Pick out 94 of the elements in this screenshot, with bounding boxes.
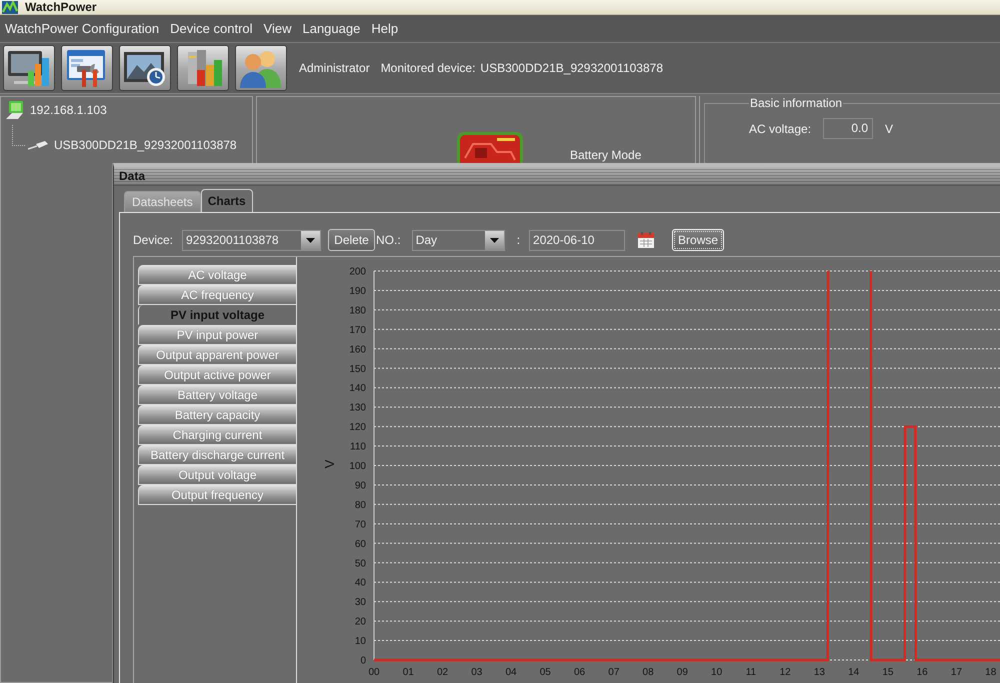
axis-tick-label: 00 <box>368 667 380 678</box>
period-dropdown[interactable]: Day <box>412 230 505 250</box>
usb-plug-icon <box>28 140 48 150</box>
axis-tick-label: 08 <box>642 667 654 678</box>
axis-tick-label: 01 <box>402 667 414 678</box>
monitored-device-label: Monitored device: <box>380 61 476 75</box>
axis-tick-label: 17 <box>950 667 962 678</box>
axis-tick-label: 50 <box>354 558 366 570</box>
computer-icon <box>6 101 24 119</box>
field-label: AC voltage: <box>749 122 812 136</box>
unit-label: V <box>885 122 894 136</box>
calendar-icon[interactable] <box>638 232 654 248</box>
series-tab[interactable]: Battery voltage <box>138 385 296 405</box>
series-tab[interactable]: PV input power <box>138 325 296 345</box>
axis-tick-label: 170 <box>349 324 366 336</box>
axis-tick-label: 40 <box>354 578 366 589</box>
axis-tick-label: 16 <box>916 667 928 678</box>
toolbar-button[interactable] <box>177 45 229 91</box>
axis-tick-label: 04 <box>505 667 517 678</box>
axis-tick-label: 15 <box>882 667 894 678</box>
axis-tick-label: 12 <box>780 667 791 678</box>
axis-tick-label: 190 <box>349 286 366 297</box>
date-field[interactable]: 2020-06-10 <box>529 230 626 250</box>
axis-tick-label: 07 <box>608 667 620 678</box>
toolbar-button[interactable] <box>3 45 55 91</box>
two-people-icon <box>240 48 282 88</box>
photo-clock-icon <box>123 49 167 87</box>
axis-tick-label: 160 <box>349 344 366 356</box>
axis-tick-label: 06 <box>574 667 586 678</box>
caret-icon[interactable] <box>301 230 320 250</box>
axis-tick-label: 09 <box>676 667 688 678</box>
series-tab[interactable]: Output voltage <box>138 465 296 485</box>
menu-item[interactable]: Help <box>366 19 404 38</box>
caret-icon[interactable] <box>484 230 504 250</box>
tree-item[interactable]: 192.168.1.103 <box>6 101 107 119</box>
series-tab[interactable]: AC frequency <box>138 285 296 305</box>
app-icon <box>2 0 18 14</box>
delete-button[interactable]: Delete <box>328 229 376 251</box>
axis-tick-label: 13 <box>814 667 825 678</box>
menu-item[interactable]: Device control <box>165 19 258 38</box>
series-tab[interactable]: Output apparent power <box>138 345 296 365</box>
axis-tick-label: 120 <box>349 422 366 434</box>
axis-tick-label: 60 <box>354 538 366 550</box>
axis-tick-label: 150 <box>349 364 366 375</box>
mode-label: Battery Mode <box>570 148 642 162</box>
axis-tick-label: 14 <box>848 667 860 678</box>
group-title: Basic information <box>749 96 844 110</box>
menu-item[interactable]: View <box>258 19 296 38</box>
window-title: WatchPower <box>25 0 97 14</box>
tab[interactable]: Charts <box>200 189 253 212</box>
user-label: Administrator <box>299 61 370 75</box>
series-tab[interactable]: Charging current <box>138 425 296 445</box>
axis-tick-label: 130 <box>349 402 366 414</box>
axis-tick-label: 80 <box>354 500 366 511</box>
axis-tick-label: 02 <box>436 667 448 678</box>
axis-tick-label: 0 <box>360 656 366 666</box>
toolbar-button[interactable] <box>119 45 171 91</box>
period-label: NO.: <box>376 233 401 247</box>
menu-item[interactable]: Language <box>297 19 366 38</box>
axis-tick-label: 180 <box>349 305 366 316</box>
toolbar-button[interactable] <box>235 45 287 91</box>
axis-tick-label: 90 <box>354 480 366 492</box>
separator-label: : <box>516 233 520 247</box>
axis-tick-label: 70 <box>354 519 366 530</box>
axis-tick-label: 18 <box>985 667 996 678</box>
value-field: 0.0 <box>823 118 874 139</box>
monitor-chart-icon <box>7 49 51 87</box>
menu-item[interactable]: WatchPower Configuration <box>0 19 164 38</box>
axis-tick-label: 11 <box>746 667 756 678</box>
series-tab[interactable]: Battery discharge current <box>138 445 296 465</box>
tab[interactable]: Datasheets <box>124 191 201 212</box>
toolbar-button[interactable] <box>61 45 113 91</box>
axis-tick-label: 100 <box>349 461 366 472</box>
browse-button[interactable]: Browse <box>672 229 724 251</box>
series-tab[interactable]: Output active power <box>138 365 296 385</box>
series-tab[interactable]: Battery capacity <box>138 405 296 425</box>
status-tile-icon <box>457 132 523 163</box>
device-dropdown[interactable]: 92932001103878 <box>182 230 322 250</box>
series-tab[interactable]: AC voltage <box>138 265 296 285</box>
axis-tick-label: 30 <box>354 597 366 608</box>
window-title: Data <box>119 169 146 183</box>
axis-tick-label: 05 <box>540 667 551 678</box>
axis-tick-label: 03 <box>471 667 482 678</box>
device-label: Device: <box>133 233 174 247</box>
axis-title: V <box>322 460 337 468</box>
axis-tick-label: 200 <box>349 266 366 278</box>
axis-tick-label: 10 <box>354 636 366 648</box>
axis-tick-label: 20 <box>354 616 366 628</box>
axis-tick-label: 10 <box>711 667 722 678</box>
axis-tick-label: 140 <box>349 383 366 394</box>
tree-item[interactable]: USB300DD21B_92932001103878 <box>28 136 237 154</box>
axis-tick-label: 110 <box>350 442 366 453</box>
series-tab[interactable]: Output frequency <box>138 485 296 505</box>
monitored-device-name: USB300DD21B_92932001103878 <box>480 61 664 75</box>
